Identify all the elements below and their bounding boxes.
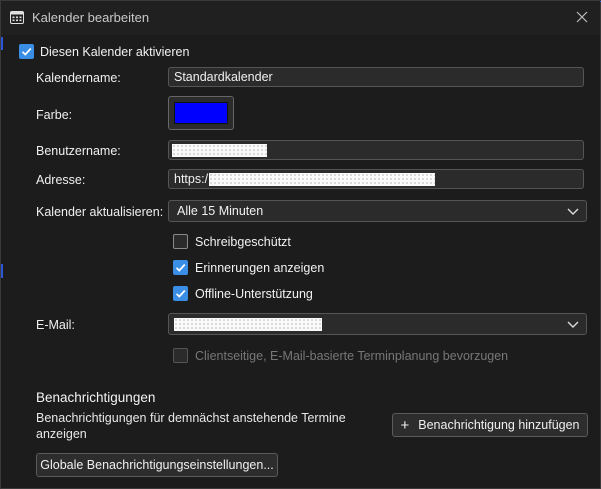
color-label: Farbe: [36, 108, 73, 122]
refresh-label: Kalender aktualisieren: [36, 205, 164, 219]
refresh-interval-value: Alle 15 Minuten [177, 204, 264, 218]
enable-calendar-label: Diesen Kalender aktivieren [40, 45, 190, 59]
notifications-title: Benachrichtigungen [36, 390, 156, 405]
close-icon [576, 11, 588, 23]
global-notification-settings-button[interactable]: Globale Benachrichtigungseinstellungen..… [36, 453, 278, 477]
readonly-label: Schreibgeschützt [195, 235, 291, 249]
redacted-username [172, 144, 267, 158]
calendar-name-input[interactable]: Standardkalender [168, 67, 584, 87]
show-reminders-label: Erinnerungen anzeigen [195, 261, 325, 275]
redacted-email [174, 318, 322, 332]
color-swatch [174, 102, 228, 124]
checkmark-icon [21, 47, 32, 56]
client-scheduling-checkbox [173, 348, 188, 363]
add-notification-button[interactable]: + Benachrichtigung hinzufügen [392, 413, 588, 437]
checkmark-icon [175, 289, 186, 298]
offline-support-checkbox[interactable] [173, 286, 188, 301]
dialog-window: Kalender bearbeiten Diesen Kalender akti… [0, 0, 601, 489]
email-label: E-Mail: [36, 318, 75, 332]
offline-support-label: Offline-Unterstützung [195, 287, 313, 301]
show-reminders-checkbox[interactable] [173, 260, 188, 275]
chevron-down-icon [567, 321, 579, 328]
add-notification-label: Benachrichtigung hinzufügen [418, 418, 580, 432]
window-edge-highlight [1, 264, 3, 278]
checkmark-icon [175, 263, 186, 272]
refresh-interval-select[interactable]: Alle 15 Minuten [168, 200, 587, 222]
window-edge-highlight [1, 37, 3, 50]
redacted-address [209, 173, 436, 187]
title-bar[interactable]: Kalender bearbeiten [1, 1, 600, 35]
address-input[interactable]: https:/ [168, 169, 584, 189]
readonly-checkbox[interactable] [173, 234, 188, 249]
username-label: Benutzername: [36, 144, 121, 158]
client-scheduling-label: Clientseitige, E-Mail-basierte Terminpla… [195, 349, 509, 363]
plus-icon: + [400, 416, 410, 434]
email-select[interactable] [168, 313, 587, 335]
window-title: Kalender bearbeiten [32, 10, 150, 25]
color-picker-button[interactable] [168, 96, 234, 130]
enable-calendar-checkbox[interactable] [19, 44, 34, 59]
notifications-description: Benachrichtigungen für demnächst anstehe… [36, 411, 346, 441]
username-input[interactable] [168, 140, 584, 160]
chevron-down-icon [567, 208, 579, 215]
global-notification-settings-label: Globale Benachrichtigungseinstellungen..… [40, 458, 274, 472]
calendar-name-label: Kalendername: [36, 71, 121, 85]
calendar-icon [10, 11, 24, 24]
close-button[interactable] [568, 4, 596, 30]
address-prefix: https:/ [174, 172, 209, 186]
address-label: Adresse: [36, 173, 86, 187]
